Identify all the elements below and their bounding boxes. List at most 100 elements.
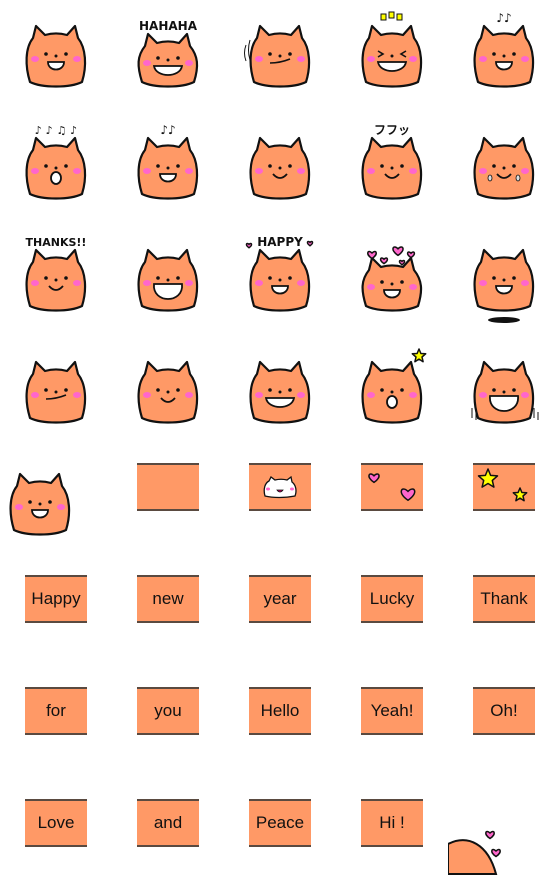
sticker-cell[interactable]: HAHAHA [112,0,224,112]
text-tile[interactable]: Hi ! [361,799,423,847]
text-tile[interactable] [473,463,535,511]
text-tile[interactable]: year [249,575,311,623]
right-cheek [521,168,529,174]
text-tile[interactable]: Peace [249,799,311,847]
heart-icon [485,830,495,840]
sticker-cell[interactable]: ♪♪ [112,112,224,224]
cat-sticker [137,248,199,312]
text-tile[interactable]: Oh! [473,687,535,735]
text-tile[interactable]: Hello [249,687,311,735]
left-cheek [31,392,39,398]
sticker-cell[interactable] [448,336,560,448]
sticker-cell[interactable]: Hi ! [336,784,448,896]
text-tile[interactable]: Yeah! [361,687,423,735]
sticker-cell[interactable]: Hello [224,672,336,784]
text-tile[interactable] [137,463,199,511]
left-eye [380,280,384,284]
sticker-cell[interactable] [112,224,224,336]
text-tile[interactable] [249,463,311,511]
text-tile[interactable]: new [137,575,199,623]
sticker-cell[interactable]: HAPPY [224,224,336,336]
sticker-cell[interactable] [448,448,560,560]
sticker-cell[interactable] [448,224,560,336]
nose [390,390,394,394]
mouth [495,61,513,71]
caption-text: THANKS!! [26,236,87,249]
left-eye [156,164,160,168]
sticker-cell[interactable] [336,336,448,448]
sticker-cell[interactable]: new [112,560,224,672]
text-tile[interactable]: Lucky [361,575,423,623]
left-eye [156,56,160,60]
sticker-cell[interactable] [224,112,336,224]
sticker-cell[interactable]: Lucky [336,560,448,672]
tile-label: Lucky [369,589,415,608]
cat-sticker [473,136,535,200]
left-eye [268,52,272,56]
sticker-cell[interactable] [224,448,336,560]
tile-label: Hello [260,701,300,720]
sticker-cell[interactable]: Happy [0,560,112,672]
cat-sticker [249,360,311,424]
nose [54,166,58,170]
sticker-cell[interactable] [112,448,224,560]
right-eye [64,52,68,56]
sticker-cell[interactable] [0,336,112,448]
text-tile[interactable] [361,463,423,511]
left-eye [268,164,272,168]
sparkle-icon [380,13,387,21]
sticker-cell[interactable]: year [224,560,336,672]
right-eye [400,388,404,392]
text-tile[interactable]: for [25,687,87,735]
cat-sticker [25,24,87,88]
sticker-cell[interactable]: and [112,784,224,896]
right-cheek [409,168,417,174]
sticker-cell[interactable] [336,0,448,112]
right-eye [176,56,180,60]
star-icon [477,468,499,488]
tile-label: Peace [255,813,305,832]
sticker-cell[interactable]: ♪♪ [448,0,560,112]
nose [278,278,282,282]
left-eye [492,388,496,392]
sticker-cell[interactable]: Peace [224,784,336,896]
heart-icon [367,250,377,260]
sticker-cell[interactable]: フフッ [336,112,448,224]
sticker-cell[interactable]: THANKS!! [0,224,112,336]
nose [502,54,506,58]
sticker-cell[interactable] [448,784,560,896]
left-cheek [255,168,263,174]
sticker-cell[interactable]: Love [0,784,112,896]
sticker-cell[interactable] [112,336,224,448]
sticker-cell[interactable]: Oh! [448,672,560,784]
tear-icon [487,174,493,182]
text-tile[interactable]: Happy [25,575,87,623]
sticker-cell[interactable] [224,0,336,112]
caption-text: ♪♪ [160,123,175,137]
sticker-cell[interactable] [224,336,336,448]
sticker-cell[interactable]: Yeah! [336,672,448,784]
sticker-cell[interactable]: for [0,672,112,784]
sticker-cell[interactable] [0,448,112,560]
sticker-cell[interactable] [448,112,560,224]
sticker-cell[interactable] [336,224,448,336]
sticker-cell[interactable] [336,448,448,560]
sticker-cell[interactable]: Thank [448,560,560,672]
left-eye [156,388,160,392]
sticker-cell[interactable] [0,0,112,112]
right-eye [400,280,404,284]
text-tile[interactable]: you [137,687,199,735]
text-tile[interactable]: Thank [473,575,535,623]
sticker-cell[interactable]: ♪ ♪ ♫ ♪ [0,112,112,224]
text-tile[interactable]: Love [25,799,87,847]
nose [278,390,282,394]
left-eye [44,164,48,168]
sticker-cell[interactable]: you [112,672,224,784]
text-tile[interactable]: and [137,799,199,847]
nose [166,58,170,62]
cat-sticker: ♪♪ [473,11,535,88]
right-cheek [297,392,305,398]
motion-lines [244,39,251,62]
cat-sticker [249,136,311,200]
right-eye [512,388,516,392]
